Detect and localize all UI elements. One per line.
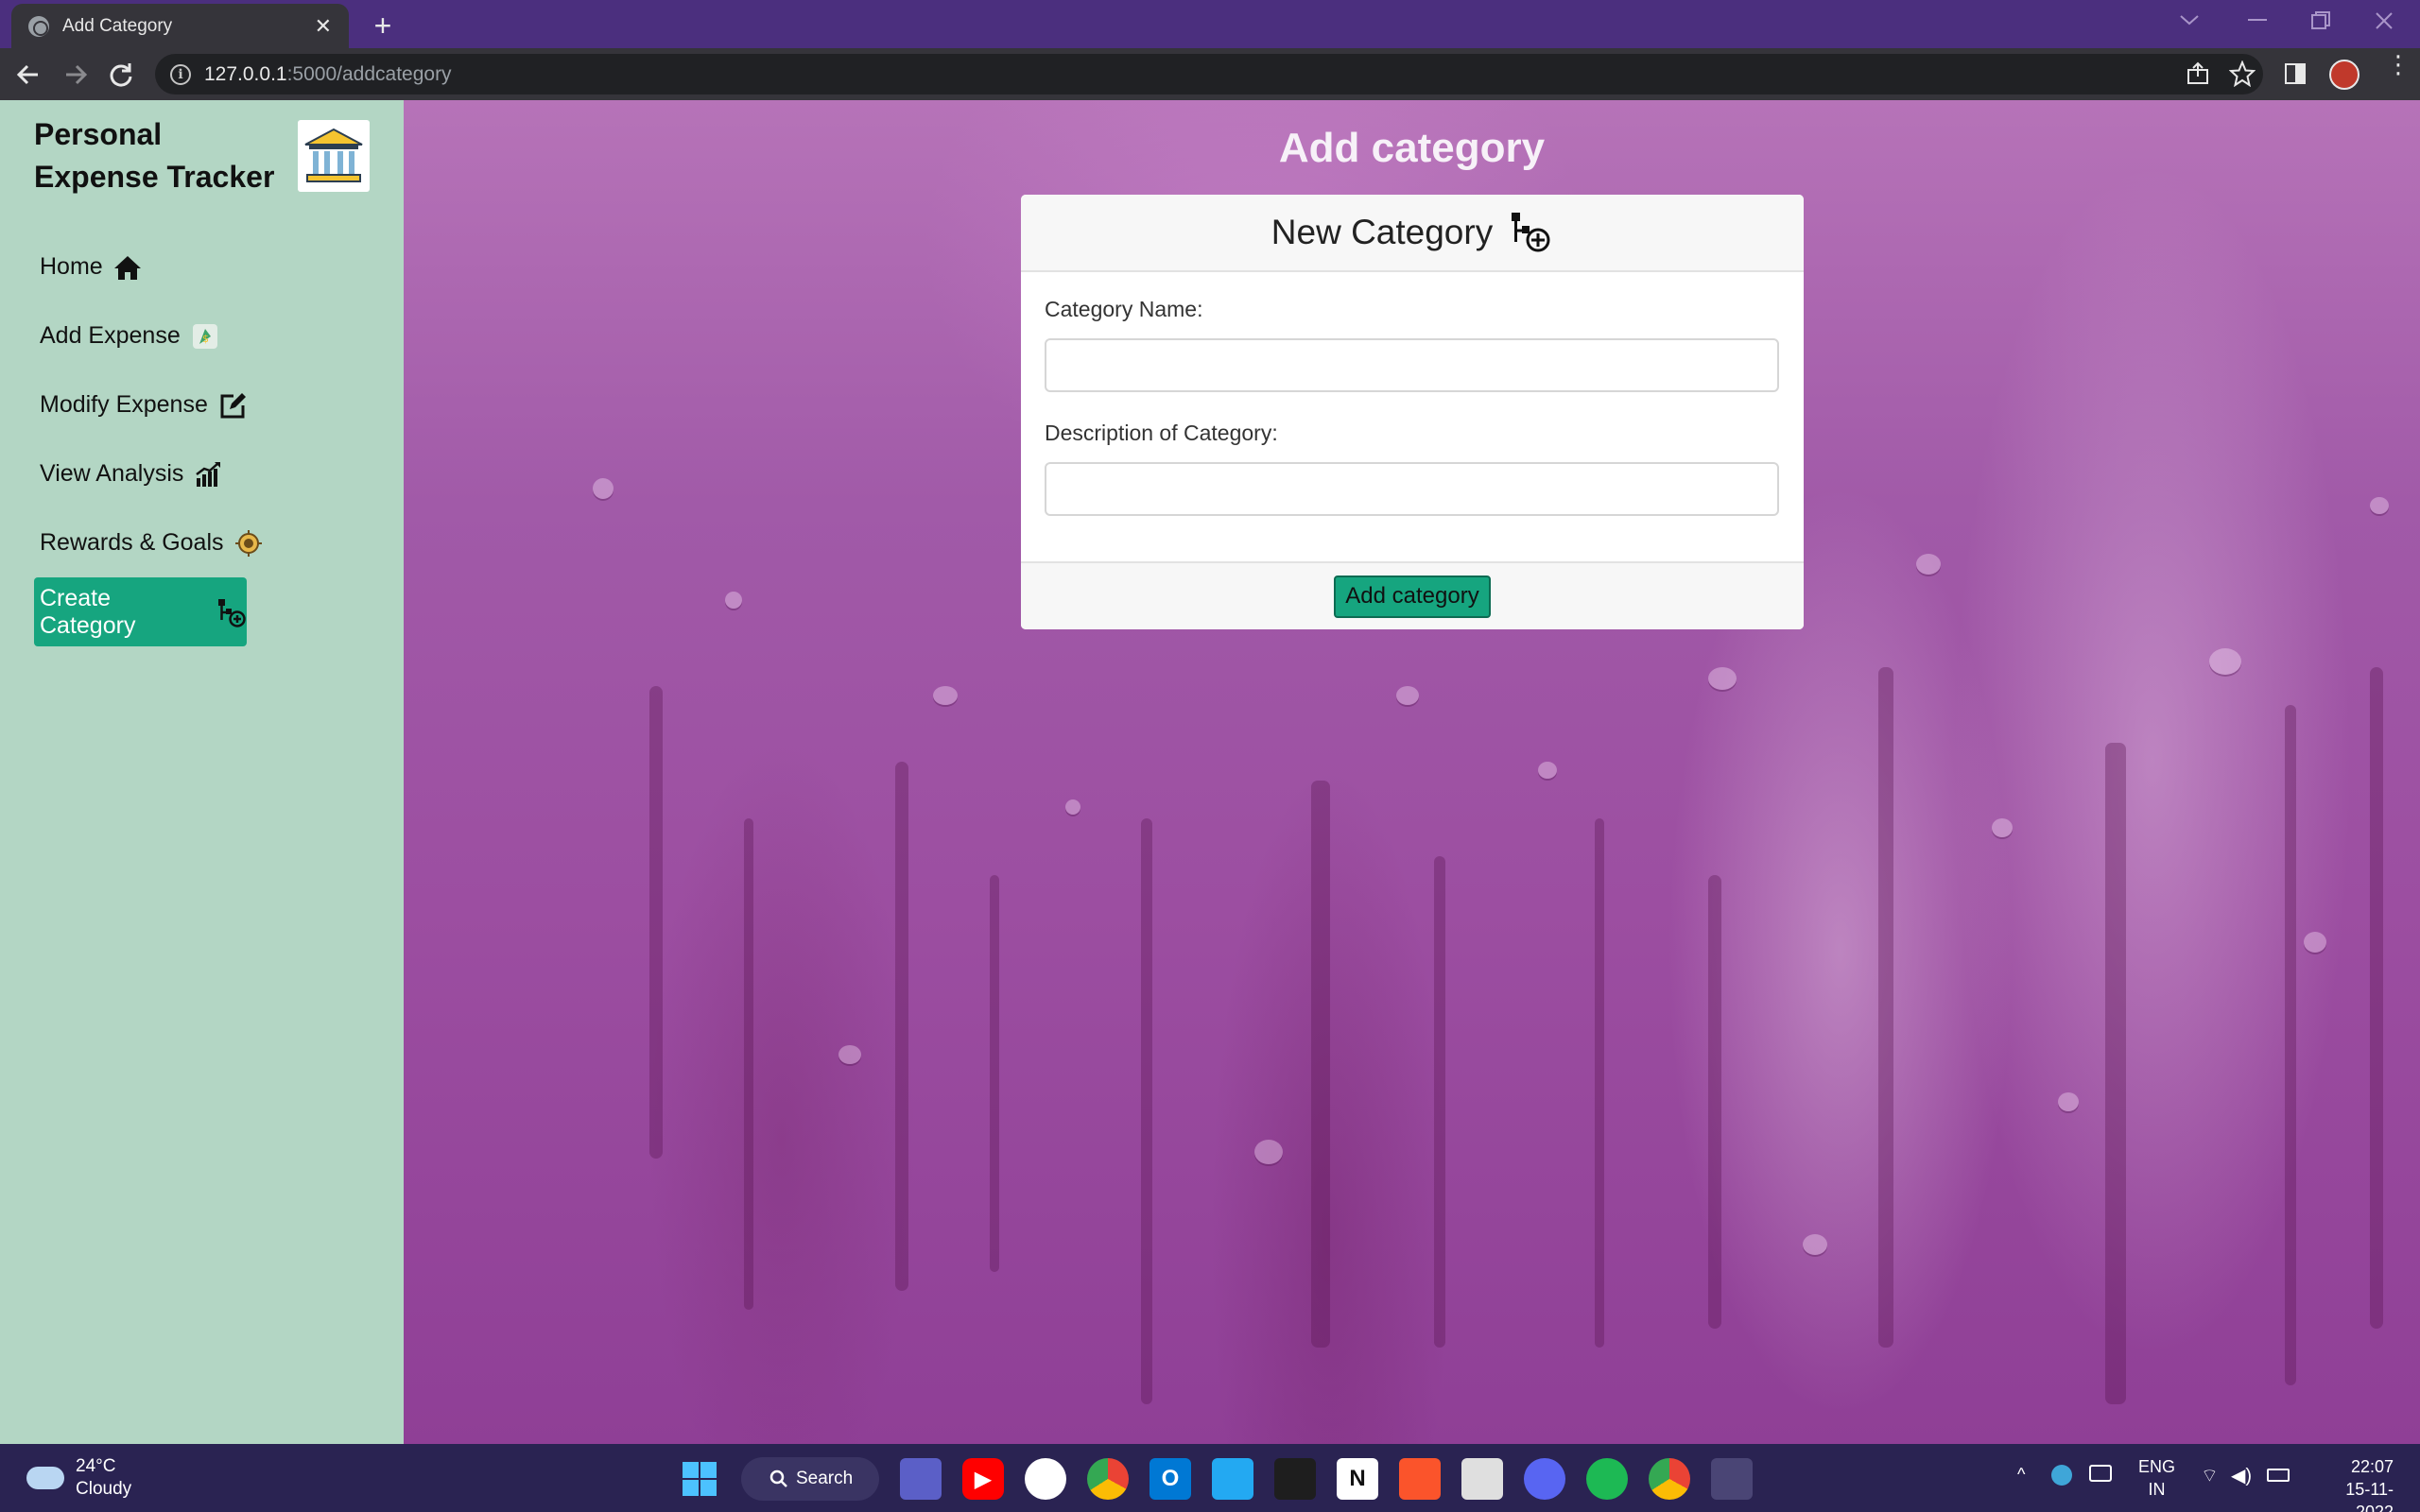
address-bar[interactable]: i 127.0.0.1:5000/addcategory: [155, 54, 2263, 94]
reload-icon[interactable]: [108, 61, 138, 88]
discord-icon[interactable]: [1524, 1458, 1565, 1500]
outlook-icon[interactable]: O: [1150, 1458, 1191, 1500]
card-title: New Category: [1270, 213, 1494, 251]
sidebar-item-view-analysis[interactable]: View Analysis: [34, 439, 374, 508]
category-name-input[interactable]: [1045, 338, 1779, 392]
page-title: Add category: [1278, 125, 1546, 171]
teams-icon[interactable]: [900, 1458, 942, 1500]
slack-icon[interactable]: [1025, 1458, 1066, 1500]
sidebar-item-label: Add Expense: [40, 322, 181, 349]
svg-text:$: $: [202, 333, 209, 345]
forward-arrow-icon[interactable]: [62, 61, 93, 88]
trophy-icon: [233, 528, 264, 558]
language-bottom: IN: [2148, 1480, 2166, 1499]
minimize-icon[interactable]: [2248, 19, 2267, 23]
volume-icon[interactable]: ◀): [2231, 1465, 2252, 1487]
os-taskbar: 24°C Cloudy Search ▶ O N ^ ENG IN ⌔ ◀) 2…: [0, 1444, 2420, 1512]
new-tab-button[interactable]: +: [369, 9, 397, 43]
category-description-label: Description of Category:: [1045, 421, 1278, 445]
sidebar-item-label: Home: [40, 253, 103, 280]
clock-time: 22:07: [2350, 1457, 2394, 1476]
browser-tab[interactable]: Add Category ✕: [11, 4, 349, 48]
side-panel-icon[interactable]: [2284, 62, 2307, 85]
globe-icon: [28, 15, 49, 37]
tab-title: Add Category: [62, 15, 173, 36]
window-close-icon[interactable]: [2375, 11, 2394, 30]
cloud-icon: [26, 1467, 64, 1489]
home-icon: [112, 252, 143, 283]
add-category-button[interactable]: Add category: [1334, 575, 1491, 618]
sidebar-item-create-category[interactable]: Create Category: [34, 577, 247, 646]
sidebar-item-label: Rewards & Goals: [40, 529, 224, 556]
card-header: New Category: [1021, 195, 1804, 272]
search-icon: [769, 1469, 787, 1487]
chrome-profile-icon[interactable]: [1649, 1458, 1690, 1500]
new-category-card: New Category Category Name: Description …: [1021, 195, 1804, 629]
url-path: :5000/addcategory: [286, 62, 452, 85]
sidebar-item-modify-expense[interactable]: Modify Expense: [34, 370, 374, 439]
page: Personal Expense Tracker Home Add Expens…: [0, 100, 2420, 1444]
category-name-label: Category Name:: [1045, 297, 1203, 321]
language-indicator[interactable]: ENG IN: [2138, 1455, 2175, 1501]
sidebar-nav: Home Add Expense $ Modify Expense View A…: [34, 232, 374, 646]
app-brand: Personal Expense Tracker: [34, 117, 275, 194]
snipping-tool-icon[interactable]: [1711, 1458, 1753, 1500]
language-top: ENG: [2138, 1457, 2176, 1476]
bookmark-star-icon[interactable]: [2229, 60, 2256, 87]
bank-icon: [298, 120, 370, 192]
taskbar-apps: Search ▶ O N: [679, 1457, 1773, 1501]
weather-widget[interactable]: 24°C Cloudy: [26, 1455, 131, 1501]
back-arrow-icon[interactable]: [15, 61, 45, 88]
weather-condition: Cloudy: [76, 1479, 132, 1499]
edit-icon: [217, 390, 248, 421]
add-category-icon: [1508, 210, 1553, 255]
sidebar-item-label: Create Category: [40, 584, 136, 639]
profile-avatar[interactable]: [2329, 60, 2360, 90]
sidebar: Personal Expense Tracker Home Add Expens…: [0, 100, 404, 1444]
sidebar-item-add-expense[interactable]: Add Expense $: [34, 301, 374, 370]
tab-search-chevron-icon[interactable]: [2179, 13, 2200, 26]
money-icon: $: [190, 321, 220, 352]
figma-icon[interactable]: [1274, 1458, 1316, 1500]
keyboard-icon[interactable]: [2089, 1465, 2112, 1482]
sidebar-item-label: View Analysis: [40, 460, 184, 487]
sidebar-item-label: Modify Expense: [40, 391, 208, 418]
weather-temperature: 24°C: [76, 1456, 116, 1476]
wifi-icon[interactable]: ⌔: [2201, 1465, 2219, 1487]
main-content: Add category New Category Category Name:…: [404, 100, 2420, 1444]
site-info-icon[interactable]: i: [170, 63, 191, 85]
card-body: Category Name: Description of Category:: [1021, 272, 1804, 516]
windows-start-icon[interactable]: [679, 1458, 720, 1500]
add-category-icon: [216, 597, 247, 627]
spotify-icon[interactable]: [1586, 1458, 1628, 1500]
chart-icon: [193, 459, 223, 490]
search-label: Search: [796, 1469, 854, 1488]
share-icon[interactable]: [2186, 61, 2210, 86]
youtube-icon[interactable]: ▶: [962, 1458, 1004, 1500]
taskbar-search[interactable]: Search: [741, 1457, 879, 1501]
clock-date: 15-11-2022: [2345, 1480, 2394, 1512]
card-footer: Add category: [1021, 561, 1804, 629]
chrome-icon[interactable]: [1087, 1458, 1129, 1500]
unity-icon[interactable]: [1461, 1458, 1503, 1500]
notion-icon[interactable]: N: [1337, 1458, 1378, 1500]
close-tab-icon[interactable]: ✕: [315, 14, 332, 39]
browser-toolbar: i 127.0.0.1:5000/addcategory: [0, 48, 2420, 100]
url-host: 127.0.0.1: [204, 62, 287, 85]
battery-icon[interactable]: [2267, 1469, 2290, 1482]
browser-tabstrip: Add Category ✕ +: [0, 0, 2420, 48]
sidebar-item-rewards-goals[interactable]: Rewards & Goals: [34, 508, 374, 577]
sidebar-item-home[interactable]: Home: [34, 232, 374, 301]
clock-app-icon[interactable]: [2051, 1465, 2072, 1486]
show-hidden-icons-icon[interactable]: ^: [2017, 1463, 2025, 1486]
browser-menu-icon[interactable]: ⋮: [2386, 52, 2411, 77]
brave-icon[interactable]: [1399, 1458, 1441, 1500]
maximize-icon[interactable]: [2311, 11, 2330, 30]
clock[interactable]: 22:07 15-11-2022: [2310, 1455, 2394, 1512]
vscode-icon[interactable]: [1212, 1458, 1253, 1500]
category-description-input[interactable]: [1045, 462, 1779, 516]
